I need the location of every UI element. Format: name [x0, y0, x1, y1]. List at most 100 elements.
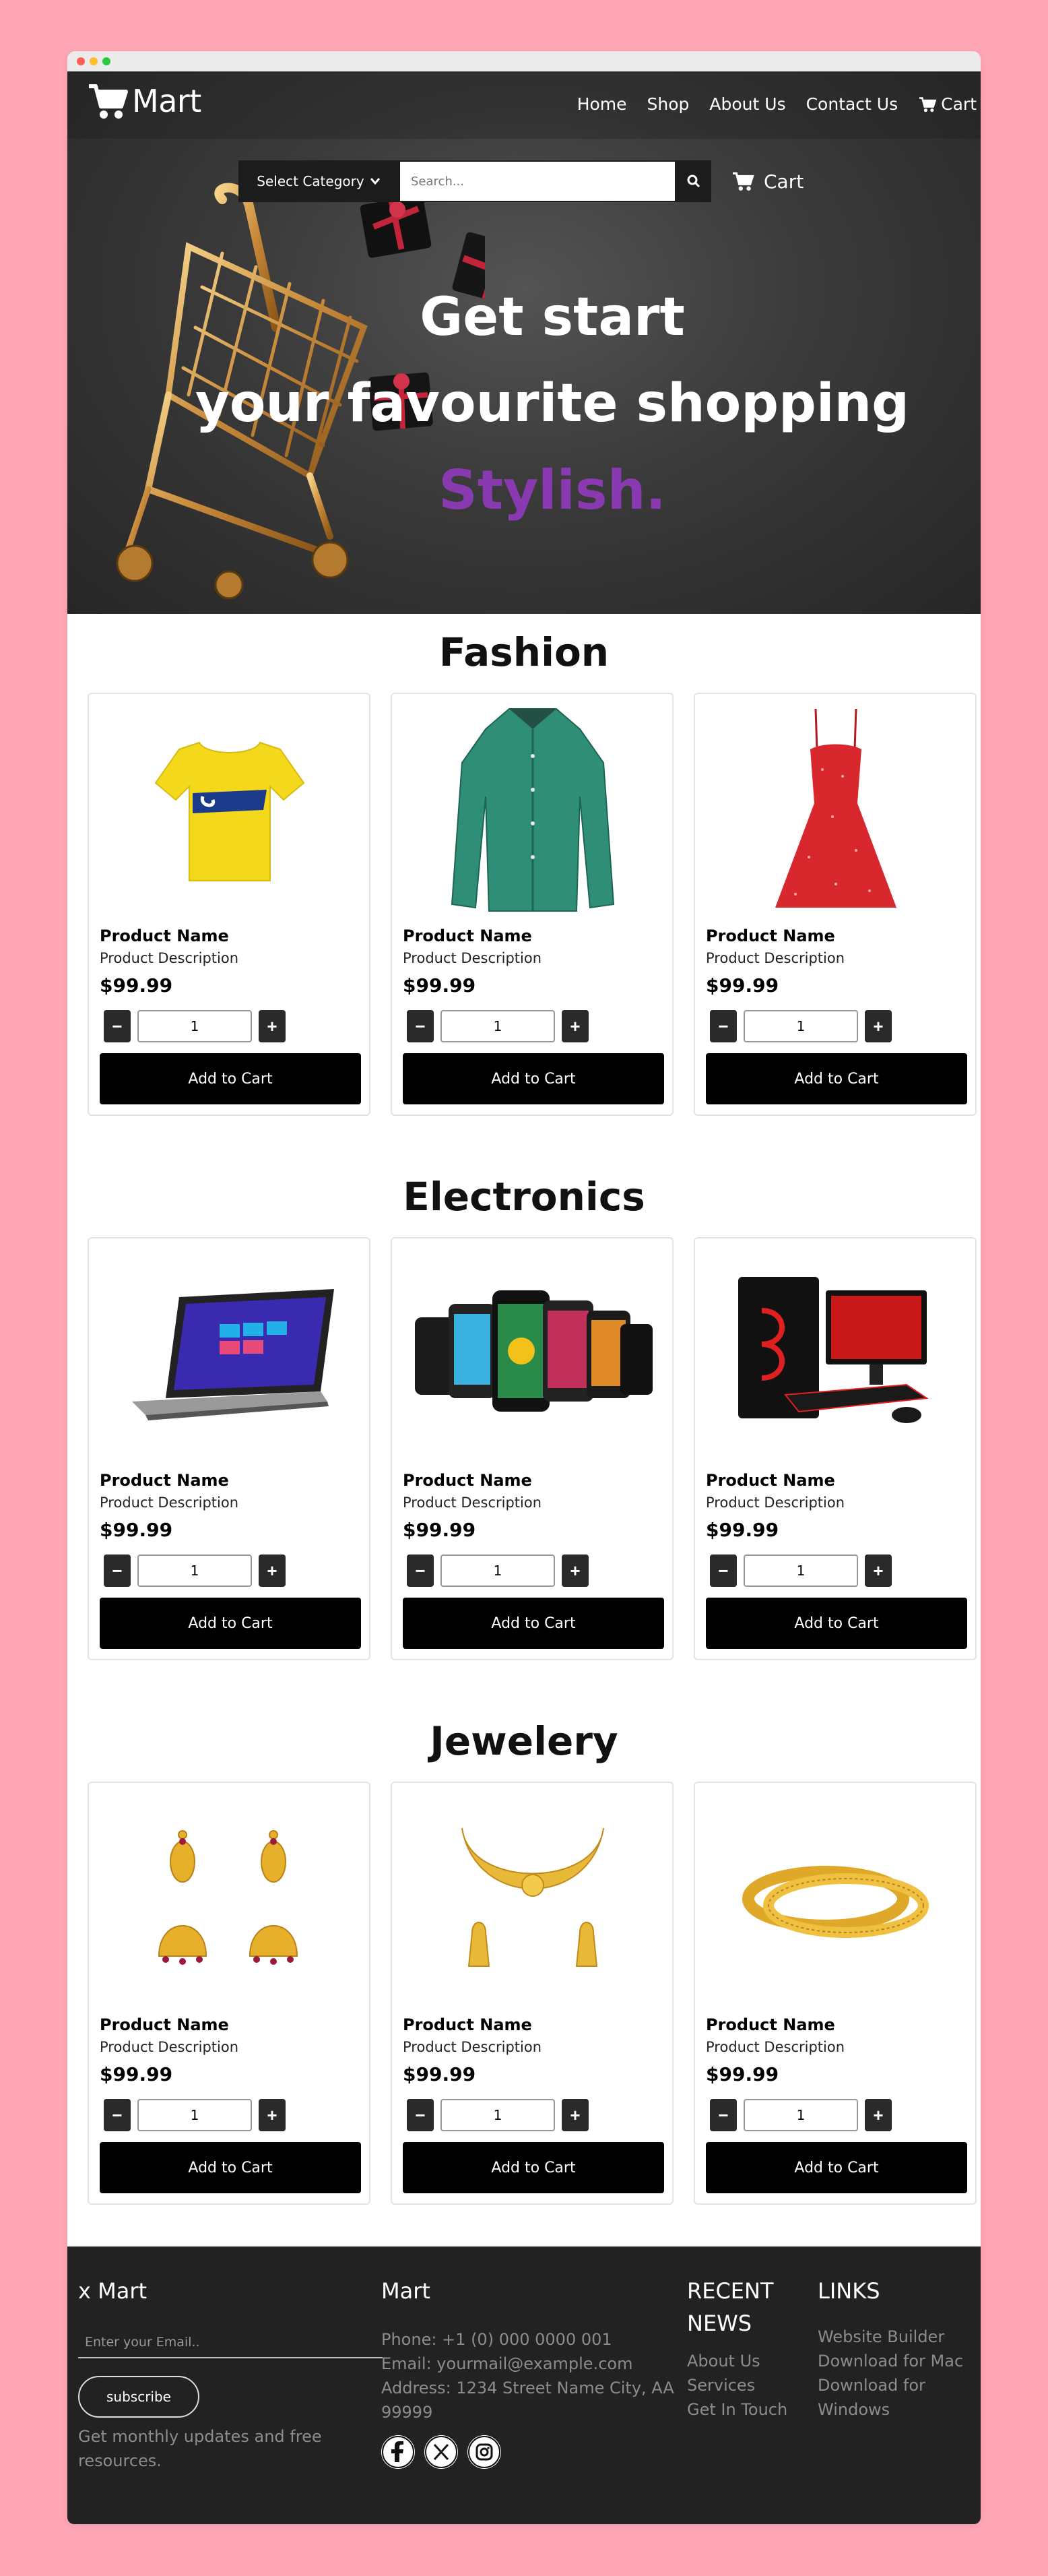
quantity-input[interactable] — [137, 1554, 252, 1587]
product-price: $99.99 — [403, 974, 476, 997]
product-price: $99.99 — [706, 2063, 779, 2085]
product-image[interactable] — [706, 1247, 966, 1462]
product-description: Product Description — [403, 950, 542, 966]
product-card[interactable]: Product Name Product Description $99.99 … — [391, 1782, 674, 2205]
product-name[interactable]: Product Name — [100, 2015, 229, 2034]
product-section: Fashion Product Name Product Description… — [67, 614, 981, 1158]
product-image[interactable] — [403, 1247, 663, 1462]
increase-qty-button[interactable]: + — [562, 1554, 589, 1587]
add-to-cart-button[interactable]: Add to Cart — [100, 2142, 361, 2193]
decrease-qty-button[interactable]: − — [710, 1010, 737, 1042]
footer-email: Email: yourmail@example.com — [381, 2354, 633, 2373]
product-card[interactable]: Product Name Product Description $99.99 … — [694, 1237, 977, 1660]
increase-qty-button[interactable]: + — [562, 1010, 589, 1042]
product-name[interactable]: Product Name — [706, 2015, 835, 2034]
increase-qty-button[interactable]: + — [259, 1010, 286, 1042]
subscribe-button[interactable]: subscribe — [78, 2376, 199, 2418]
add-to-cart-button[interactable]: Add to Cart — [100, 1598, 361, 1649]
decrease-qty-button[interactable]: − — [407, 1554, 434, 1587]
footer-contact-title: Mart — [381, 2278, 430, 2304]
product-name[interactable]: Product Name — [100, 1471, 229, 1490]
add-to-cart-button[interactable]: Add to Cart — [706, 1053, 967, 1104]
social-links — [381, 2435, 678, 2469]
add-to-cart-button[interactable]: Add to Cart — [403, 1598, 664, 1649]
nav-cart[interactable]: Cart — [918, 94, 977, 114]
cart-logo-icon — [89, 84, 128, 119]
maximize-dot[interactable] — [102, 57, 110, 65]
nav-shop[interactable]: Shop — [647, 94, 690, 114]
product-name[interactable]: Product Name — [403, 1471, 532, 1490]
instagram-icon[interactable] — [467, 2435, 501, 2469]
product-card[interactable]: Product Name Product Description $99.99 … — [391, 1237, 674, 1660]
product-image[interactable] — [403, 702, 663, 918]
product-image[interactable] — [403, 1791, 663, 2007]
increase-qty-button[interactable]: + — [259, 2099, 286, 2131]
quantity-input[interactable] — [440, 2099, 555, 2131]
product-name[interactable]: Product Name — [706, 926, 835, 945]
quantity-input[interactable] — [137, 2099, 252, 2131]
quantity-input[interactable] — [744, 2099, 858, 2131]
increase-qty-button[interactable]: + — [259, 1554, 286, 1587]
product-image[interactable] — [706, 1791, 966, 2007]
add-to-cart-button[interactable]: Add to Cart — [706, 1598, 967, 1649]
facebook-icon[interactable] — [381, 2435, 415, 2469]
product-name[interactable]: Product Name — [403, 2015, 532, 2034]
brand-logo[interactable]: Mart — [88, 82, 201, 120]
add-to-cart-button[interactable]: Add to Cart — [403, 1053, 664, 1104]
brand-name: Mart — [132, 83, 201, 119]
quantity-input[interactable] — [744, 1554, 858, 1587]
product-image[interactable] — [100, 702, 360, 918]
decrease-qty-button[interactable]: − — [407, 1010, 434, 1042]
increase-qty-button[interactable]: + — [562, 2099, 589, 2131]
nav-home[interactable]: Home — [577, 94, 627, 114]
product-image[interactable] — [100, 1247, 360, 1462]
product-image[interactable] — [100, 1791, 360, 2007]
quantity-input[interactable] — [137, 1010, 252, 1042]
product-name[interactable]: Product Name — [706, 1471, 835, 1490]
decrease-qty-button[interactable]: − — [710, 1554, 737, 1587]
add-to-cart-button[interactable]: Add to Cart — [706, 2142, 967, 2193]
newsletter-email-input[interactable] — [78, 2327, 383, 2358]
add-to-cart-button[interactable]: Add to Cart — [100, 1053, 361, 1104]
product-description: Product Description — [403, 2039, 542, 2055]
product-card[interactable]: Product Name Product Description $99.99 … — [88, 693, 370, 1116]
quantity-input[interactable] — [440, 1554, 555, 1587]
decrease-qty-button[interactable]: − — [710, 2099, 737, 2131]
add-to-cart-button[interactable]: Add to Cart — [403, 2142, 664, 2193]
decrease-qty-button[interactable]: − — [407, 2099, 434, 2131]
increase-qty-button[interactable]: + — [865, 1554, 892, 1587]
search-button[interactable] — [676, 160, 711, 202]
decrease-qty-button[interactable]: − — [104, 1554, 131, 1587]
section-title: Jewelery — [430, 1718, 618, 1764]
product-price: $99.99 — [706, 1519, 779, 1541]
increase-qty-button[interactable]: + — [865, 1010, 892, 1042]
product-name[interactable]: Product Name — [100, 926, 229, 945]
hero-cart-link[interactable]: Cart — [731, 170, 804, 193]
minimize-dot[interactable] — [90, 57, 98, 65]
footer-news-link[interactable]: About Us — [687, 2349, 808, 2373]
x-icon[interactable] — [424, 2435, 458, 2469]
close-dot[interactable] — [77, 57, 85, 65]
product-card[interactable]: Product Name Product Description $99.99 … — [694, 693, 977, 1116]
product-card[interactable]: Product Name Product Description $99.99 … — [694, 1782, 977, 2205]
quantity-input[interactable] — [744, 1010, 858, 1042]
product-image[interactable] — [706, 702, 966, 918]
decrease-qty-button[interactable]: − — [104, 2099, 131, 2131]
footer-news-link[interactable]: Services — [687, 2373, 808, 2397]
category-select[interactable]: Select Category — [238, 160, 399, 202]
product-card[interactable]: Product Name Product Description $99.99 … — [391, 693, 674, 1116]
footer-link[interactable]: Website Builder — [818, 2325, 973, 2349]
product-card[interactable]: Product Name Product Description $99.99 … — [88, 1782, 370, 2205]
search-input[interactable] — [399, 160, 676, 202]
quantity-input[interactable] — [440, 1010, 555, 1042]
product-description: Product Description — [100, 2039, 239, 2055]
product-name[interactable]: Product Name — [403, 926, 532, 945]
increase-qty-button[interactable]: + — [865, 2099, 892, 2131]
footer-link[interactable]: Download for Mac — [818, 2349, 973, 2373]
nav-about[interactable]: About Us — [709, 94, 785, 114]
footer-news-link[interactable]: Get In Touch — [687, 2397, 808, 2422]
footer-link[interactable]: Download for Windows — [818, 2373, 973, 2422]
decrease-qty-button[interactable]: − — [104, 1010, 131, 1042]
nav-contact[interactable]: Contact Us — [806, 94, 898, 114]
product-card[interactable]: Product Name Product Description $99.99 … — [88, 1237, 370, 1660]
